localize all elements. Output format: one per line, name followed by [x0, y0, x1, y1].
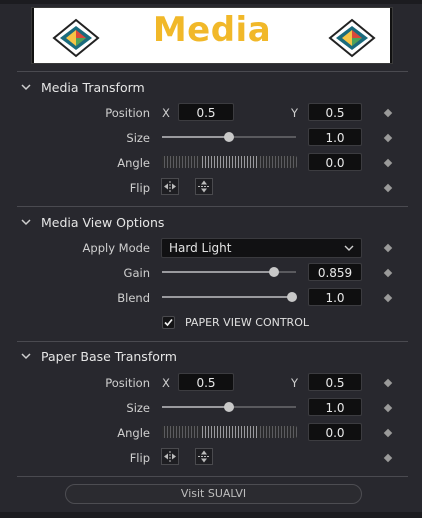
angle-label: Angle	[117, 156, 150, 170]
divider	[17, 206, 408, 207]
keyframe-diamond-icon[interactable]	[383, 133, 393, 143]
top-strip	[0, 0, 422, 4]
y-label: Y	[291, 106, 299, 120]
angle-thumbwheel[interactable]	[162, 426, 297, 438]
header-banner: Media	[31, 7, 393, 64]
checkmark-icon	[164, 318, 173, 327]
section-title: Paper Base Transform	[41, 348, 177, 364]
section-title: Media Transform	[41, 79, 145, 95]
angle-field[interactable]: 0.0	[308, 153, 362, 171]
position-label: Position	[105, 376, 150, 390]
section-header-media-view-options[interactable]: Media View Options	[20, 212, 164, 232]
size-label: Size	[126, 401, 150, 415]
flip-horizontal-button[interactable]	[161, 178, 179, 195]
angle-thumbwheel[interactable]	[162, 156, 297, 168]
size-slider-fill	[162, 136, 229, 138]
visit-sualvi-button[interactable]: Visit SUALVI	[65, 484, 362, 504]
keyframe-diamond-icon[interactable]	[383, 158, 393, 168]
flip-horizontal-button[interactable]	[161, 448, 179, 465]
keyframe-diamond-icon[interactable]	[383, 403, 393, 413]
chevron-down-icon	[21, 353, 31, 360]
position-label: Position	[105, 106, 150, 120]
y-label: Y	[291, 376, 299, 390]
section-header-media-transform[interactable]: Media Transform	[20, 77, 145, 97]
chevron-down-icon	[21, 84, 31, 91]
keyframe-diamond-icon[interactable]	[383, 243, 393, 253]
size-slider-knob[interactable]	[224, 402, 234, 412]
keyframe-diamond-icon[interactable]	[383, 108, 393, 118]
size-slider-fill	[162, 406, 229, 408]
x-label: X	[162, 106, 170, 120]
flip-vertical-button[interactable]	[195, 178, 213, 195]
flip-vertical-icon	[198, 450, 210, 463]
logo-icon	[328, 18, 376, 58]
x-label: X	[162, 376, 170, 390]
divider	[17, 71, 408, 72]
flip-horizontal-icon	[164, 181, 176, 192]
angle-field[interactable]: 0.0	[308, 423, 362, 441]
position-x-field[interactable]: 0.5	[178, 103, 234, 121]
divider	[17, 341, 408, 342]
keyframe-diamond-icon[interactable]	[383, 453, 393, 463]
position-x-field[interactable]: 0.5	[178, 373, 234, 391]
chevron-down-icon	[344, 245, 354, 251]
blend-slider-knob[interactable]	[287, 292, 297, 302]
paper-view-label: PAPER VIEW CONTROL	[185, 316, 309, 329]
section-header-paper-base-transform[interactable]: Paper Base Transform	[20, 346, 177, 366]
divider	[17, 476, 408, 477]
flip-vertical-icon	[198, 180, 210, 193]
position-y-field[interactable]: 0.5	[308, 373, 362, 391]
size-slider-knob[interactable]	[224, 132, 234, 142]
blend-field[interactable]: 1.0	[308, 288, 362, 306]
apply-mode-value: Hard Light	[169, 241, 232, 255]
keyframe-diamond-icon[interactable]	[383, 183, 393, 193]
keyframe-diamond-icon[interactable]	[383, 428, 393, 438]
gain-slider-knob[interactable]	[269, 267, 279, 277]
keyframe-diamond-icon[interactable]	[383, 378, 393, 388]
bottom-strip	[0, 512, 422, 518]
flip-label: Flip	[129, 451, 150, 465]
gain-label: Gain	[123, 266, 150, 280]
apply-mode-label: Apply Mode	[82, 241, 150, 255]
angle-label: Angle	[117, 426, 150, 440]
size-field[interactable]: 1.0	[308, 128, 362, 146]
gain-slider-fill	[162, 271, 274, 273]
position-y-field[interactable]: 0.5	[308, 103, 362, 121]
flip-horizontal-icon	[164, 451, 176, 462]
flip-vertical-button[interactable]	[195, 448, 213, 465]
section-title: Media View Options	[41, 214, 165, 230]
keyframe-diamond-icon[interactable]	[383, 293, 393, 303]
blend-slider-fill	[162, 296, 292, 298]
keyframe-diamond-icon[interactable]	[383, 268, 393, 278]
paper-view-checkbox[interactable]	[162, 316, 175, 329]
blend-label: Blend	[117, 291, 150, 305]
flip-label: Flip	[129, 181, 150, 195]
size-label: Size	[126, 131, 150, 145]
gain-field[interactable]: 0.859	[308, 263, 362, 281]
chevron-down-icon	[21, 219, 31, 226]
size-field[interactable]: 1.0	[308, 398, 362, 416]
apply-mode-dropdown[interactable]: Hard Light	[161, 238, 362, 258]
